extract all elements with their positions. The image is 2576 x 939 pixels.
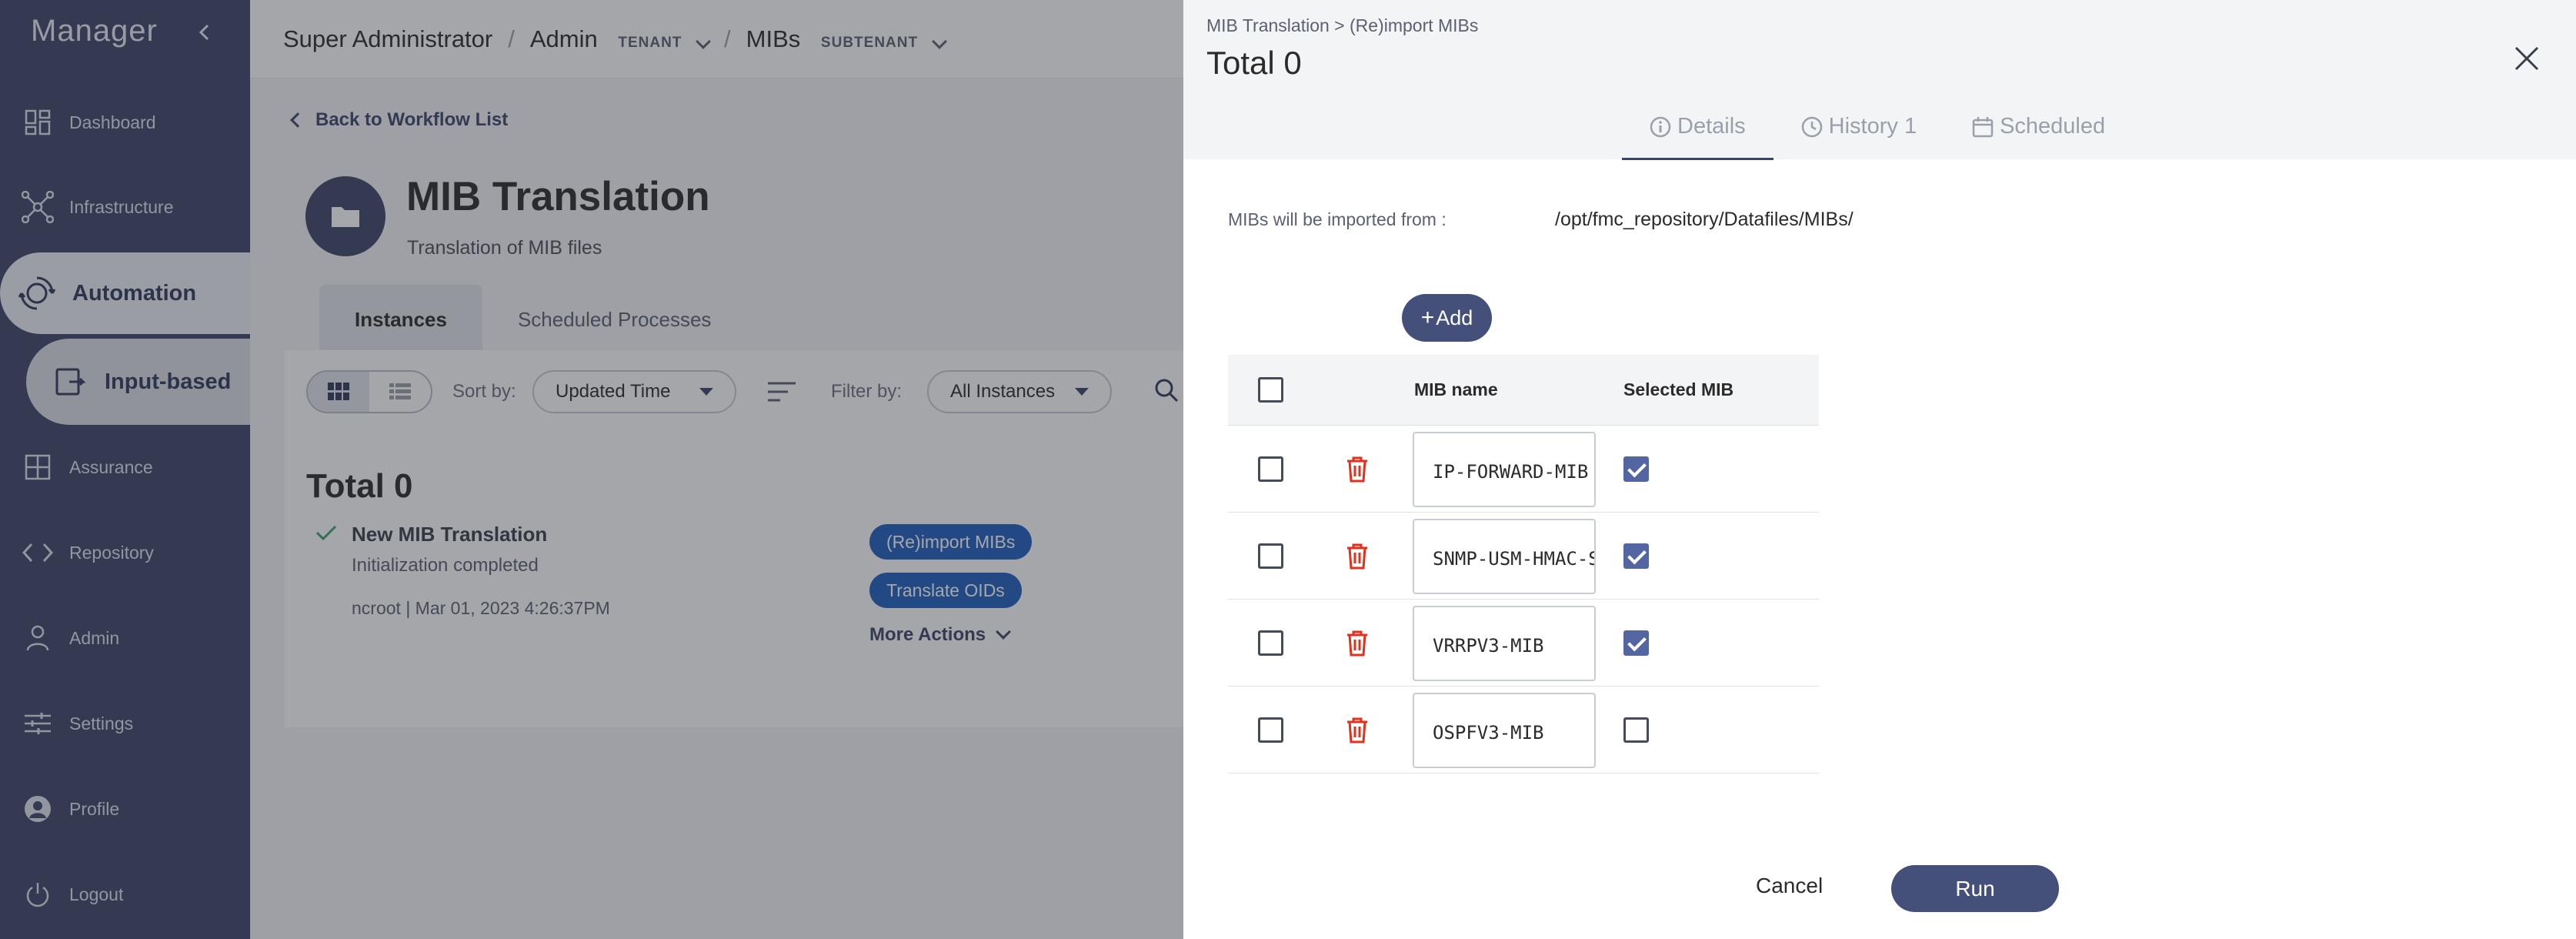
row-select-checkbox[interactable] bbox=[1258, 630, 1283, 656]
tab-scheduled[interactable]: Scheduled bbox=[1944, 106, 2133, 160]
modal-backdrop[interactable] bbox=[0, 0, 1183, 939]
reimport-mibs-drawer: MIB Translation > (Re)import MIBs Total … bbox=[1183, 0, 2576, 939]
drawer-header: MIB Translation > (Re)import MIBs Total … bbox=[1183, 0, 2576, 160]
row-select-checkbox[interactable] bbox=[1258, 456, 1283, 482]
drawer-title: Total 0 bbox=[1206, 45, 1302, 81]
table-row: OSPFV3-MIB bbox=[1228, 687, 1819, 774]
close-icon[interactable] bbox=[2511, 43, 2542, 74]
table-header: MIB name Selected MIB bbox=[1228, 355, 1819, 426]
import-source-label: MIBs will be imported from : bbox=[1228, 209, 1446, 229]
tab-label: History 1 bbox=[1828, 114, 1917, 139]
tab-details[interactable]: Details bbox=[1622, 106, 1774, 160]
info-icon bbox=[1650, 116, 1671, 138]
mib-name-input[interactable]: SNMP-USM-HMAC-SHA2-MIB bbox=[1413, 519, 1596, 594]
selected-mib-checkbox[interactable] bbox=[1623, 630, 1649, 656]
delete-icon[interactable] bbox=[1345, 456, 1370, 483]
select-all-checkbox[interactable] bbox=[1258, 377, 1283, 403]
calendar-icon bbox=[1972, 117, 1994, 138]
column-header-selected-mib: Selected MIB bbox=[1623, 379, 1734, 399]
import-source-path: /opt/fmc_repository/Datafiles/MIBs/ bbox=[1555, 209, 1854, 230]
row-select-checkbox[interactable] bbox=[1258, 717, 1283, 743]
table-row: IP-FORWARD-MIB bbox=[1228, 426, 1819, 513]
column-header-mib-name: MIB name bbox=[1414, 379, 1498, 399]
add-button-label: Add bbox=[1436, 306, 1473, 329]
add-mib-button[interactable]: + Add bbox=[1402, 294, 1492, 342]
mib-name-input[interactable]: OSPFV3-MIB bbox=[1413, 693, 1596, 768]
plus-icon: + bbox=[1420, 305, 1435, 330]
selected-mib-checkbox[interactable] bbox=[1623, 543, 1649, 569]
tab-label: Details bbox=[1677, 114, 1746, 139]
selected-mib-checkbox[interactable] bbox=[1623, 456, 1649, 482]
table-row: VRRPV3-MIB bbox=[1228, 600, 1819, 687]
mib-table: MIB name Selected MIB IP-FORWARD-MIB SNM… bbox=[1228, 355, 1819, 774]
tab-history[interactable]: History 1 bbox=[1774, 106, 1944, 160]
mib-name-input[interactable]: IP-FORWARD-MIB bbox=[1413, 432, 1596, 507]
delete-icon[interactable] bbox=[1345, 630, 1370, 657]
row-select-checkbox[interactable] bbox=[1258, 543, 1283, 569]
delete-icon[interactable] bbox=[1345, 717, 1370, 744]
cancel-button[interactable]: Cancel bbox=[1756, 874, 1823, 898]
delete-icon[interactable] bbox=[1345, 543, 1370, 570]
clock-icon bbox=[1801, 116, 1822, 138]
drawer-tabs: Details History 1 Scheduled bbox=[1622, 106, 2133, 160]
table-row: SNMP-USM-HMAC-SHA2-MIB bbox=[1228, 513, 1819, 600]
drawer-breadcrumb: MIB Translation > (Re)import MIBs bbox=[1206, 15, 1479, 35]
mib-name-input[interactable]: VRRPV3-MIB bbox=[1413, 606, 1596, 681]
tab-label: Scheduled bbox=[2000, 114, 2106, 139]
run-button[interactable]: Run bbox=[1891, 865, 2059, 912]
selected-mib-checkbox[interactable] bbox=[1623, 717, 1649, 743]
